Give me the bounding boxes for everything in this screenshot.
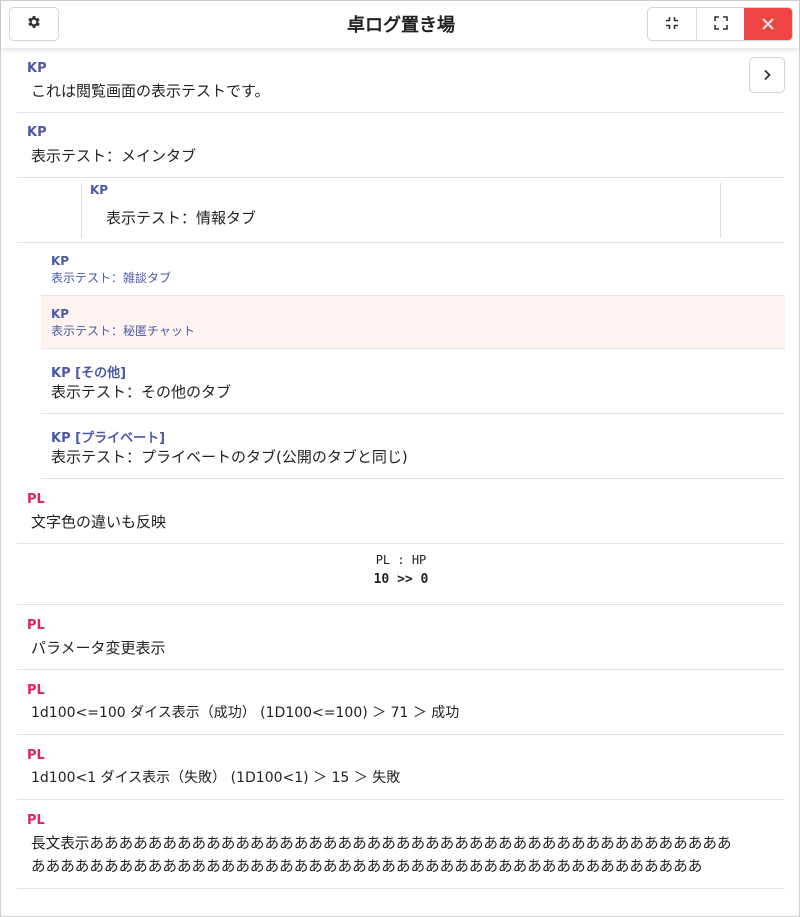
speaker-name: PL [27,813,45,828]
close-button[interactable] [744,8,792,40]
log-entry: KP 表示テスト：メインタブ [17,113,785,178]
speaker-name: KP [51,254,70,268]
message-text: 文字色の違いも反映 [31,513,167,531]
log-entry-dice: PL 1d100<1 ダイス表示（失敗） (1D100<1) ＞ 15 ＞ 失敗 [17,735,785,800]
compress-icon [665,15,679,34]
expand-icon [713,15,728,34]
message-text: これは閲覧画面の表示テストです。 [31,82,270,100]
speaker-name: PL [27,683,45,698]
speaker-name: KP [プライベート] [51,431,166,446]
log-entry-secret-chat: KP 表示テスト：秘匿チャット [41,296,785,349]
minimize-button[interactable] [648,8,696,40]
fullscreen-button[interactable] [695,8,745,40]
message-text-line: ああああああああああああああああああああああああああああああああああああああああ… [31,858,703,875]
log-entry-long: PL 長文表示あああああああああああああああああああああああああああああああああ… [17,800,785,889]
speaker-name: KP [51,307,70,321]
close-icon [762,15,774,34]
message-text: 1d100<1 ダイス表示（失敗） (1D100<1) ＞ 15 ＞ 失敗 [31,770,401,786]
settings-button[interactable] [9,7,59,41]
message-text: 1d100<=100 ダイス表示（成功） (1D100<=100) ＞ 71 ＞… [31,705,460,721]
header-bar: 卓ログ置き場 [1,1,799,48]
speaker-name: PL [27,492,45,507]
log-entry-dice: PL 1d100<=100 ダイス表示（成功） (1D100<=100) ＞ 7… [17,670,785,735]
param-label: PL : HP [375,553,427,567]
message-text: 表示テスト：雑談タブ [51,271,172,285]
message-text: 表示テスト：メインタブ [31,147,197,165]
log-entry: PL パラメータ変更表示 [17,605,785,670]
log-entry: KP これは閲覧画面の表示テストです。 [17,48,785,113]
message-text: パラメータ変更表示 [31,639,166,657]
log-entry-private-tab: KP [プライベート] 表示テスト：プライベートのタブ(公開のタブと同じ) [41,414,785,479]
log-entry-chat-tab: KP 表示テスト：雑談タブ [41,243,785,296]
speaker-name: KP [27,61,47,76]
message-text-line: 長文表示ああああああああああああああああああああああああああああああああああああ… [31,835,732,852]
log-entry: PL 文字色の違いも反映 [17,479,785,544]
speaker-name: KP [その他] [51,366,127,381]
speaker-name: KP [90,183,109,197]
message-text: 表示テスト：秘匿チャット [51,324,195,338]
speaker-name: PL [27,748,45,763]
speaker-name: PL [27,618,45,633]
window-controls [647,7,793,41]
message-text: 表示テスト：その他のタブ [51,383,232,401]
param-value-change: 10 >> 0 [373,572,429,587]
speaker-name: KP [27,125,47,140]
log-list: KP これは閲覧画面の表示テストです。 KP 表示テスト：メインタブ KP 表示… [17,48,785,889]
message-text: 表示テスト：情報タブ [106,209,257,227]
param-change-entry: PL : HP 10 >> 0 [17,544,785,605]
message-text: 表示テスト：プライベートのタブ(公開のタブと同じ) [51,448,408,466]
chevron-right-icon [762,66,772,85]
log-entry-info-tab: KP 表示テスト：情報タブ [17,178,785,243]
page-title: 卓ログ置き場 [347,15,455,36]
log-entry-other-tab: KP [その他] 表示テスト：その他のタブ [41,349,785,414]
gear-icon [26,14,42,34]
next-button[interactable] [749,57,785,93]
